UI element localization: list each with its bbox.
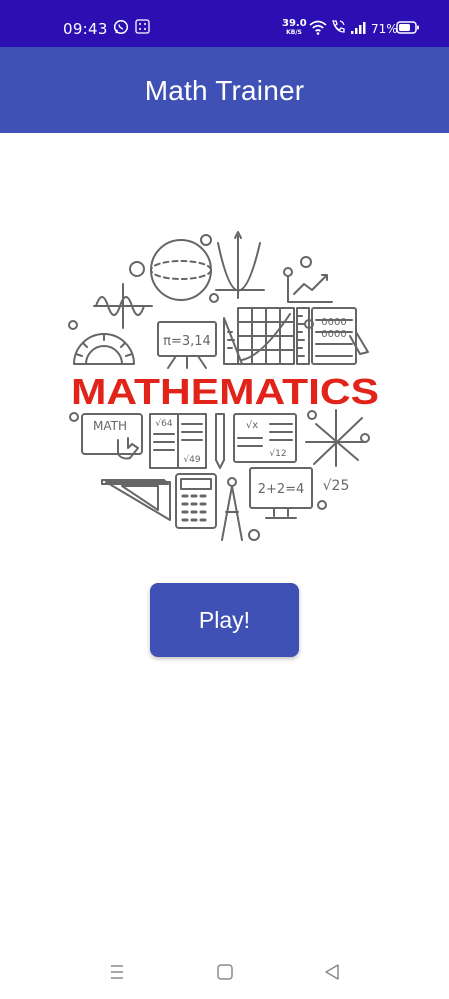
decor-circle <box>317 500 327 510</box>
decor-circle <box>209 293 219 303</box>
graph-paper-icon <box>237 307 295 365</box>
abacus-icon: 0000 0000 <box>311 307 369 365</box>
trend-chart-icon <box>287 274 333 303</box>
pi-text: π=3,14 <box>163 334 211 349</box>
monitor-icon: 2+2=4 <box>249 467 313 519</box>
mathematics-illustration: π=3,14 0000 0000 MATHEMATICS MATH √64 √4… <box>68 231 379 541</box>
sqrt49-text: √49 <box>183 454 200 465</box>
pencil-icon <box>215 413 225 469</box>
menu-icon[interactable] <box>105 960 129 984</box>
sphere-icon <box>150 239 212 301</box>
decor-circle <box>200 234 212 246</box>
set-square-icon <box>101 479 171 521</box>
battery-icon <box>396 21 419 34</box>
network-speed-value: 39.0 <box>282 18 307 29</box>
pi-board-icon: π=3,14 <box>157 321 217 369</box>
home-square-icon[interactable] <box>213 960 237 984</box>
battery-percent: 71% <box>371 22 398 36</box>
signal-icon <box>351 22 366 34</box>
play-button[interactable]: Play! <box>150 583 299 657</box>
notebook-icon: √x √12 <box>233 413 297 463</box>
sqrt64-text: √64 <box>155 418 172 429</box>
decor-circle <box>248 529 260 541</box>
sine-wave-icon <box>93 283 153 329</box>
triangle-ruler-icon <box>223 317 243 365</box>
sqrt12-text: √12 <box>269 448 286 459</box>
decor-circle <box>360 433 370 443</box>
decor-circle <box>129 261 145 277</box>
back-triangle-icon[interactable] <box>320 960 344 984</box>
vx-text: √x <box>246 420 258 431</box>
decor-circle <box>68 320 78 330</box>
protractor-icon <box>73 333 135 365</box>
app-bar: Math Trainer <box>0 47 449 133</box>
svg-text:0000: 0000 <box>321 317 346 328</box>
decor-circle <box>283 267 293 277</box>
ruler-icon <box>296 307 310 365</box>
math-text: MATH <box>93 419 127 433</box>
compass-icon <box>221 477 243 541</box>
sqrt25-text: √25 <box>323 478 350 494</box>
decor-circle <box>69 412 79 422</box>
decor-circle <box>300 256 312 268</box>
notification-grid-icon <box>135 19 150 34</box>
navigation-bar <box>0 950 449 999</box>
status-bar: 09:43 39.0 KB/S 71% <box>0 0 449 47</box>
wifi-icon <box>309 20 327 35</box>
svg-text:0000: 0000 <box>321 329 346 340</box>
open-book-icon: √64 √49 <box>149 413 207 469</box>
calculator-icon <box>175 473 217 529</box>
network-speed-unit: KB/S <box>286 29 302 36</box>
status-time: 09:43 <box>63 20 108 38</box>
network-speed: 39.0 KB/S <box>282 18 307 37</box>
app-title: Math Trainer <box>144 75 305 106</box>
whatsapp-icon <box>113 19 129 35</box>
equation-text: 2+2=4 <box>258 482 305 497</box>
math-tablet-icon: MATH <box>81 413 143 460</box>
decor-circle <box>307 410 317 420</box>
parabola-graph-icon <box>215 231 265 299</box>
mathematics-word: MATHEMATICS <box>71 371 379 412</box>
wifi-calling-icon <box>332 20 345 33</box>
